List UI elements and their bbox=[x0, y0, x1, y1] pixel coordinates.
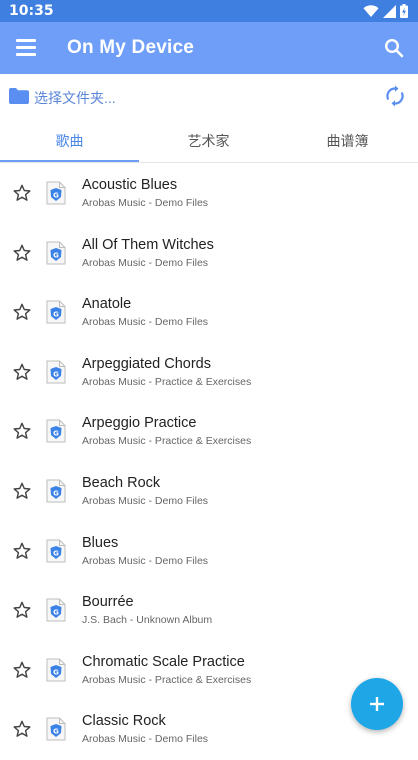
star-outline-icon[interactable] bbox=[12, 660, 32, 680]
song-list-item[interactable]: G Arpeggiated Chords Arobas Music - Practi… bbox=[0, 343, 418, 403]
song-subtitle: Arobas Music - Demo Files bbox=[82, 197, 209, 209]
song-title: Blues bbox=[82, 534, 119, 551]
battery-icon bbox=[400, 4, 408, 18]
svg-text:G: G bbox=[53, 370, 59, 378]
song-list: G Acoustic Blues Arobas Music - Demo Files… bbox=[0, 164, 418, 760]
star-outline-icon[interactable] bbox=[12, 541, 32, 561]
wifi-icon bbox=[363, 4, 379, 17]
hamburger-menu-icon[interactable] bbox=[16, 39, 36, 57]
song-subtitle: Arobas Music - Demo Files bbox=[82, 256, 209, 269]
song-subtitle: Arobas Music - Demo Files bbox=[82, 554, 209, 567]
tab-bar: 歌曲 艺术家 曲谱簿 bbox=[0, 120, 418, 164]
tab-songbooks[interactable]: 曲谱簿 bbox=[278, 120, 417, 164]
song-title: Classic Rock bbox=[82, 713, 166, 730]
star-outline-icon[interactable] bbox=[12, 421, 32, 441]
song-list-item[interactable]: G Bourrée J.S. Bach - Unknown Album bbox=[0, 581, 418, 641]
song-subtitle: Arobas Music - Practice & Exercises bbox=[82, 435, 252, 448]
song-title: Chromatic Scale Practice bbox=[82, 653, 245, 670]
song-title: Arpeggiated Chords bbox=[82, 355, 211, 372]
status-bar: 10:35 bbox=[0, 0, 418, 22]
song-subtitle: J.S. Bach - Unknown Album bbox=[82, 614, 213, 627]
song-subtitle: Arobas Music - Practice & Exercises bbox=[82, 673, 252, 686]
guitar-pro-file-icon: G bbox=[46, 479, 66, 503]
page-title: On My Device bbox=[67, 37, 195, 58]
guitar-pro-file-icon: G bbox=[46, 300, 66, 324]
app-bar: On My Device bbox=[0, 22, 418, 74]
star-outline-icon[interactable] bbox=[12, 243, 32, 263]
status-time: 10:35 bbox=[9, 3, 54, 19]
svg-text:G: G bbox=[53, 191, 59, 199]
folder-bar: 选择文件夹... bbox=[0, 74, 418, 120]
plus-icon bbox=[370, 697, 384, 711]
folder-icon[interactable] bbox=[9, 88, 29, 104]
song-subtitle: Arobas Music - Demo Files bbox=[82, 316, 209, 329]
song-title: Bourrée bbox=[82, 594, 134, 611]
guitar-pro-file-icon: G bbox=[46, 360, 66, 384]
status-icons bbox=[363, 4, 408, 18]
song-title: Beach Rock bbox=[82, 474, 161, 491]
star-outline-icon[interactable] bbox=[12, 362, 32, 382]
add-fab-button[interactable] bbox=[351, 678, 403, 730]
guitar-pro-file-icon: G bbox=[46, 658, 66, 682]
guitar-pro-file-icon: G bbox=[46, 539, 66, 563]
svg-text:G: G bbox=[53, 549, 59, 557]
song-title: Anatole bbox=[82, 296, 132, 313]
song-list-item[interactable]: G All Of Them Witches Arobas Music - Demo … bbox=[0, 224, 418, 284]
star-outline-icon[interactable] bbox=[12, 719, 32, 739]
choose-folder-link[interactable]: 选择文件夹... bbox=[34, 88, 116, 108]
song-list-item[interactable]: G Arpeggio Practice Arobas Music - Practic… bbox=[0, 402, 418, 462]
svg-text:G: G bbox=[53, 668, 59, 676]
star-outline-icon[interactable] bbox=[12, 183, 32, 203]
song-list-item[interactable]: G Beach Rock Arobas Music - Demo Files bbox=[0, 462, 418, 522]
song-list-item[interactable]: G Acoustic Blues Arobas Music - Demo Files bbox=[0, 164, 418, 224]
svg-text:G: G bbox=[53, 430, 59, 438]
star-outline-icon[interactable] bbox=[12, 600, 32, 620]
svg-text:G: G bbox=[53, 728, 59, 736]
guitar-pro-file-icon: G bbox=[46, 181, 66, 205]
song-title: Acoustic Blues bbox=[82, 177, 178, 193]
guitar-pro-file-icon: G bbox=[46, 419, 66, 443]
svg-text:G: G bbox=[53, 251, 59, 259]
song-title: Arpeggio Practice bbox=[82, 415, 197, 432]
search-icon[interactable] bbox=[384, 38, 404, 58]
guitar-pro-file-icon: G bbox=[46, 717, 66, 741]
svg-text:G: G bbox=[53, 608, 59, 616]
tab-divider bbox=[0, 162, 418, 163]
song-subtitle: Arobas Music - Demo Files bbox=[82, 494, 209, 507]
song-subtitle: Arobas Music - Practice & Exercises bbox=[82, 375, 252, 388]
sync-icon[interactable] bbox=[384, 85, 406, 107]
star-outline-icon[interactable] bbox=[12, 302, 32, 322]
song-list-item[interactable]: G Blues Arobas Music - Demo Files bbox=[0, 522, 418, 582]
guitar-pro-file-icon: G bbox=[46, 598, 66, 622]
song-list-item[interactable]: G Anatole Arobas Music - Demo Files bbox=[0, 283, 418, 343]
song-title: All Of Them Witches bbox=[82, 236, 214, 253]
tab-artists[interactable]: 艺术家 bbox=[139, 120, 278, 164]
svg-text:G: G bbox=[53, 489, 59, 497]
cell-signal-icon bbox=[383, 4, 396, 18]
star-outline-icon[interactable] bbox=[12, 481, 32, 501]
guitar-pro-file-icon: G bbox=[46, 241, 66, 265]
svg-text:G: G bbox=[53, 310, 59, 318]
tab-songs[interactable]: 歌曲 bbox=[0, 120, 139, 164]
